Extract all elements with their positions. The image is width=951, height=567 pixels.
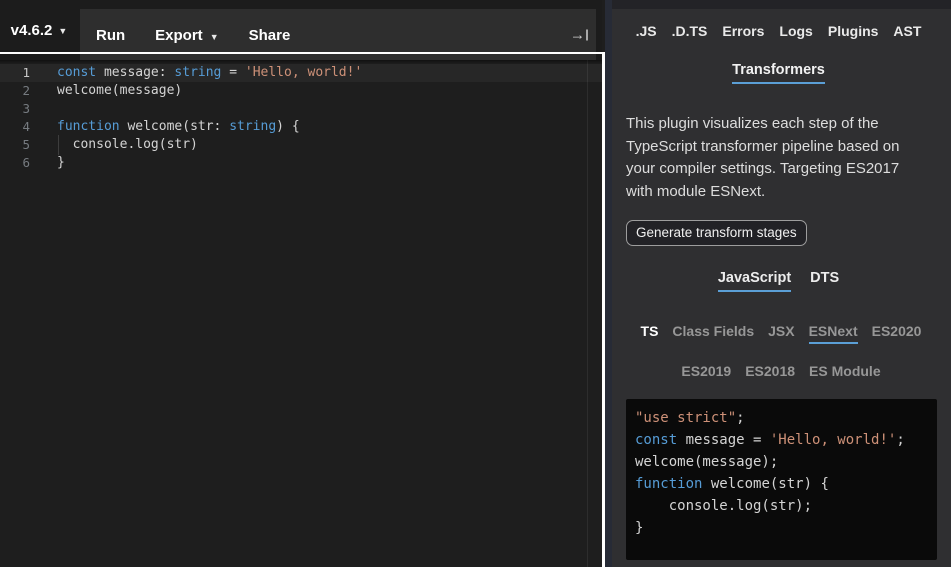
arrow-right-icon: → — [570, 27, 585, 42]
line-number: 1 — [0, 64, 30, 82]
stage-tab-esnext[interactable]: ESNext — [809, 323, 858, 344]
tab-dts[interactable]: DTS — [810, 270, 839, 292]
output-code-line: const message = 'Hello, world!'; — [635, 429, 928, 451]
tab-transformers[interactable]: Transformers — [732, 62, 825, 84]
code-line[interactable]: 1 const message: string = 'Hello, world!' — [0, 64, 602, 82]
code-token: ) { — [276, 119, 299, 134]
output-code-line: console.log(str); — [635, 495, 928, 517]
line-code: } — [57, 154, 65, 172]
tab-logs[interactable]: Logs — [779, 23, 812, 39]
output-code-block: "use strict";const message = 'Hello, wor… — [626, 399, 937, 560]
generate-transform-stages-button[interactable]: Generate transform stages — [626, 220, 807, 246]
keyword-token: const — [57, 65, 96, 80]
code-token: ; — [736, 410, 744, 426]
code-token: welcome(message) — [57, 83, 182, 98]
tab-plugins[interactable]: Plugins — [828, 23, 879, 39]
keyword-token: function — [57, 119, 120, 134]
output-code-line: "use strict"; — [635, 407, 928, 429]
tab-errors[interactable]: Errors — [722, 23, 764, 39]
version-label: v4.6.2 — [11, 22, 53, 39]
keyword-token: string — [229, 119, 276, 134]
line-code: function welcome(str: string) { — [57, 118, 300, 136]
editor-lines: 1 const message: string = 'Hello, world!'… — [0, 64, 602, 172]
keyword-token: function — [635, 476, 702, 492]
version-selector[interactable]: v4.6.2 ▼ — [0, 0, 78, 60]
pane-divider-strip — [605, 0, 612, 567]
keyword-token: string — [174, 65, 221, 80]
line-number: 5 — [0, 136, 30, 154]
plugin-description: This plugin visualizes each step of the … — [626, 113, 923, 203]
keyword-token: const — [635, 432, 677, 448]
export-button[interactable]: Export ▼ — [155, 25, 218, 44]
output-code-line: } — [635, 517, 928, 539]
code-token: welcome(str) { — [702, 476, 828, 492]
code-token: message = — [677, 432, 770, 448]
share-button-label: Share — [249, 27, 291, 44]
line-number: 4 — [0, 118, 30, 136]
line-code: welcome(message) — [57, 82, 182, 100]
caret-down-icon: ▼ — [210, 32, 219, 42]
dock-sidebar-icon[interactable]: → — [570, 27, 588, 42]
sidebar-content: .JS .D.TS Errors Logs Plugins AST Transformer… — [612, 23, 951, 560]
code-token: message: — [96, 65, 174, 80]
code-token: } — [635, 520, 643, 536]
code-token: } — [57, 155, 65, 170]
stage-tab-es-module[interactable]: ES Module — [809, 363, 881, 379]
caret-down-icon: ▼ — [58, 26, 67, 36]
dock-bar-icon — [586, 29, 588, 40]
run-button[interactable]: Run — [96, 25, 125, 44]
tab-javascript[interactable]: JavaScript — [718, 270, 791, 292]
stage-tab-es2018[interactable]: ES2018 — [745, 363, 795, 379]
code-line[interactable]: 5 console.log(str) — [0, 136, 602, 154]
output-code-line: function welcome(str) { — [635, 473, 928, 495]
code-token: welcome(str: — [120, 119, 230, 134]
sidebar-tabs: .JS .D.TS Errors Logs Plugins AST — [620, 23, 937, 39]
tab-ast[interactable]: AST — [893, 23, 921, 39]
string-token: 'Hello, world!' — [770, 432, 896, 448]
line-number: 6 — [0, 154, 30, 172]
code-token: = — [221, 65, 244, 80]
run-button-label: Run — [96, 27, 125, 44]
output-kind-tabs: JavaScript DTS — [620, 270, 937, 292]
code-line[interactable]: 3 — [0, 100, 602, 118]
line-number: 3 — [0, 100, 30, 118]
stage-tabs: TS Class Fields JSX ESNext ES2020 ES2019 ES201… — [620, 323, 942, 379]
sidebar-top-strip — [612, 0, 951, 9]
editor-scrollbar[interactable] — [587, 60, 588, 567]
editor-pane: Run Export ▼ Share → v4.6.2 ▼ 1 const mes… — [0, 0, 602, 567]
tab-js[interactable]: .JS — [636, 23, 657, 39]
sidebar: .JS .D.TS Errors Logs Plugins AST Transformer… — [612, 0, 951, 567]
line-number: 2 — [0, 82, 30, 100]
code-token: welcome(message); — [635, 454, 778, 470]
toolbar-underline — [0, 52, 602, 54]
code-token: console.log(str); — [635, 498, 812, 514]
code-line[interactable]: 6} — [0, 154, 602, 172]
tab-d-ts[interactable]: .D.TS — [672, 23, 708, 39]
code-token: console.log(str) — [57, 137, 198, 152]
stage-tab-class-fields[interactable]: Class Fields — [672, 323, 754, 344]
string-token: "use strict" — [635, 410, 736, 426]
stage-tab-jsx[interactable]: JSX — [768, 323, 794, 344]
playground-header: Run Export ▼ Share → v4.6.2 ▼ — [0, 0, 602, 60]
stage-tab-ts[interactable]: TS — [641, 323, 659, 344]
export-button-label: Export — [155, 27, 203, 44]
stage-tab-es2020[interactable]: ES2020 — [872, 323, 922, 344]
output-code-line: welcome(message); — [635, 451, 928, 473]
code-editor[interactable]: 1 const message: string = 'Hello, world!'… — [0, 60, 602, 567]
code-line[interactable]: 2 welcome(message) — [0, 82, 602, 100]
code-token: ; — [896, 432, 904, 448]
stage-tab-es2019[interactable]: ES2019 — [681, 363, 731, 379]
share-button[interactable]: Share — [249, 25, 291, 44]
code-line[interactable]: 4 function welcome(str: string) { — [0, 118, 602, 136]
string-token: 'Hello, world!' — [245, 65, 362, 80]
line-code: const message: string = 'Hello, world!' — [57, 64, 362, 82]
line-code: console.log(str) — [57, 136, 198, 154]
